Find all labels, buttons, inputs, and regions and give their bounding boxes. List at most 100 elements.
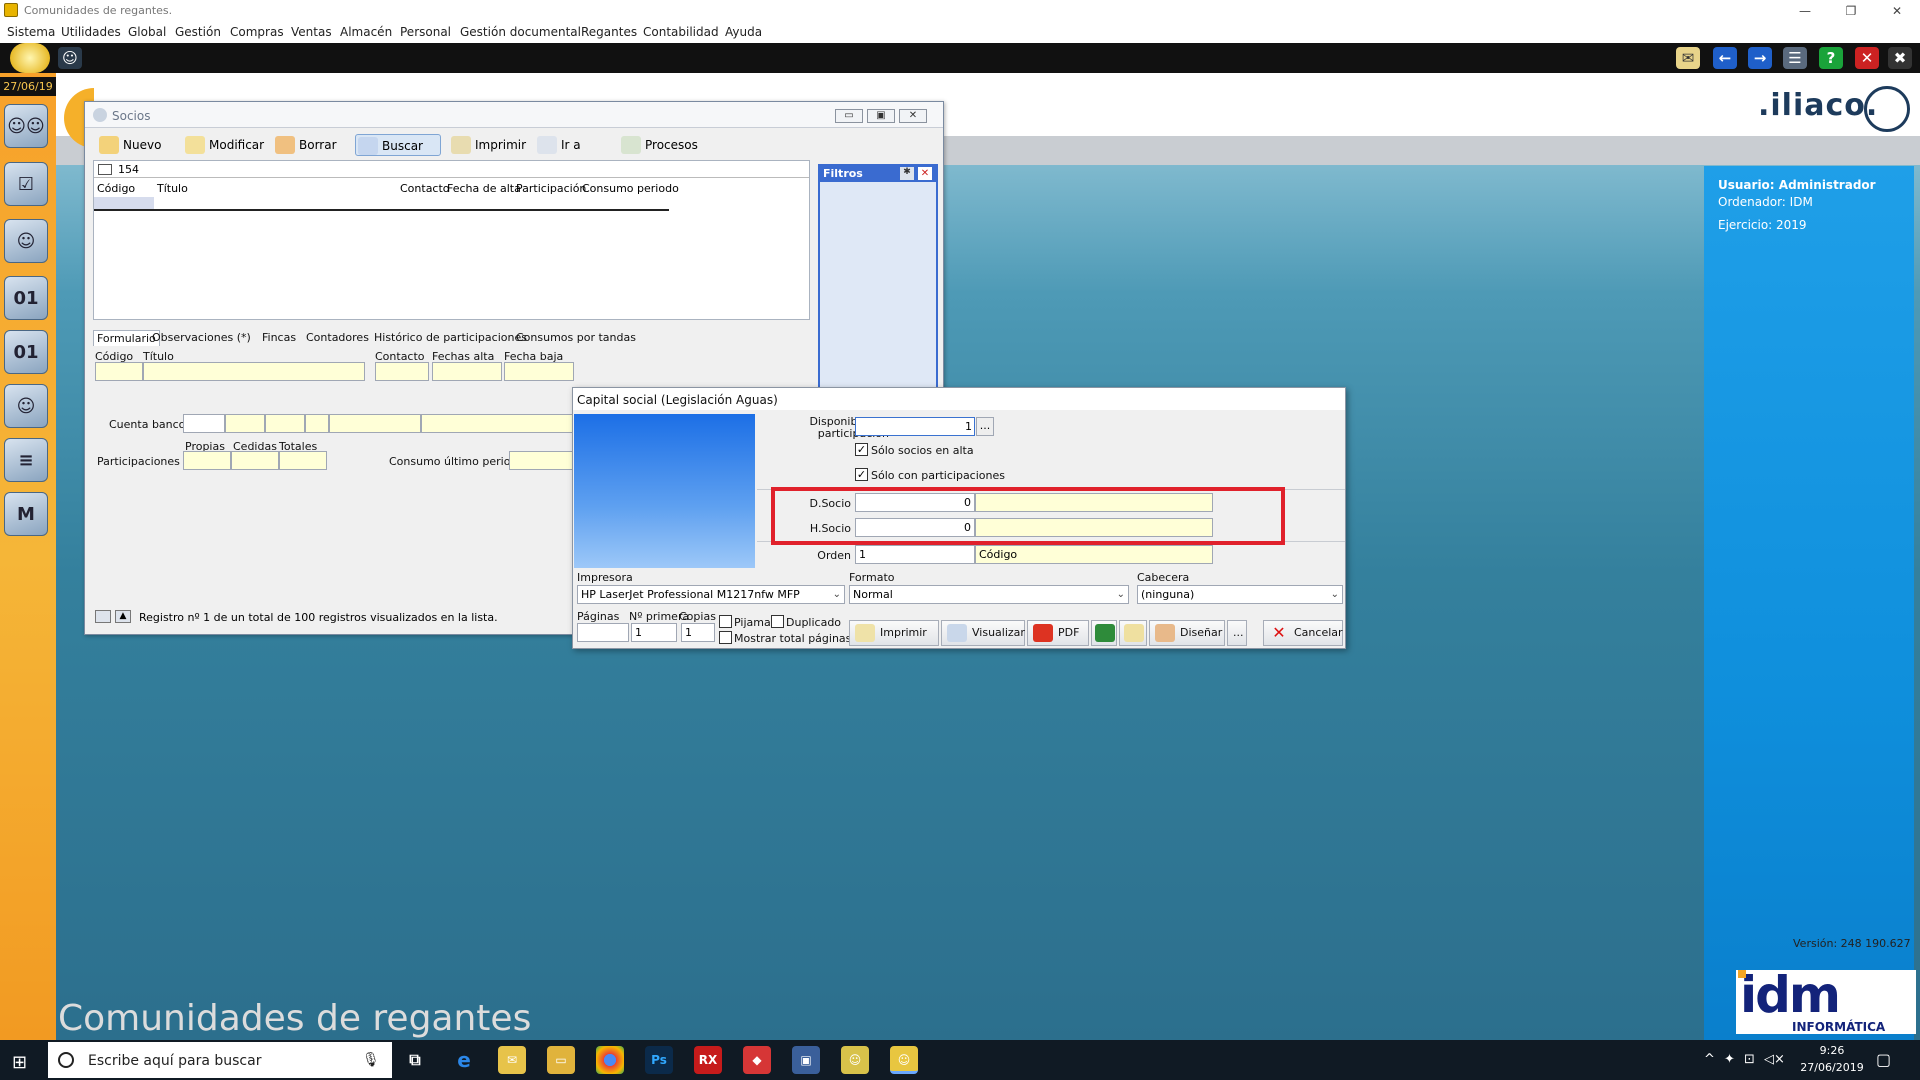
socios-grid[interactable]: 154 Código Título Contacto Fecha de alta… — [93, 160, 810, 320]
cedidas-field[interactable] — [231, 451, 279, 470]
formato-select[interactable]: Normal ⌄ — [849, 585, 1129, 604]
imprimir-button[interactable]: Imprimir — [449, 134, 526, 156]
idm-app-icon[interactable]: ☺ — [841, 1046, 869, 1074]
socios-maximize-button[interactable]: ▣ — [867, 109, 895, 123]
minimize-button[interactable]: — — [1782, 0, 1828, 22]
anydesk-icon[interactable]: ◆ — [743, 1046, 771, 1074]
mail-icon[interactable]: ✉ — [1676, 47, 1700, 69]
titulo-field[interactable] — [143, 362, 365, 381]
tab-historico[interactable]: Histórico de participaciones — [371, 330, 530, 345]
remote-desktop-icon[interactable]: ▣ — [792, 1046, 820, 1074]
pijama-checkbox[interactable] — [719, 615, 732, 628]
solo-alta-checkbox[interactable]: ✓ — [855, 443, 868, 456]
person-icon[interactable]: ☺ — [4, 219, 48, 263]
pdf-button[interactable]: PDF — [1027, 620, 1089, 646]
tray-chevron-icon[interactable]: ^ — [1704, 1052, 1715, 1067]
menu-sistema[interactable]: Sistema — [7, 25, 55, 39]
cuenta-banco-dc2[interactable] — [305, 414, 329, 433]
codigo-field[interactable] — [95, 362, 143, 381]
exit-icon[interactable]: ✖ — [1888, 47, 1912, 69]
tasks-icon[interactable]: ☑ — [4, 162, 48, 206]
nuevo-button[interactable]: Nuevo — [97, 134, 161, 156]
status-list-icon[interactable] — [95, 610, 111, 623]
col-titulo[interactable]: Título — [157, 182, 188, 195]
fecha-alta-field[interactable] — [432, 362, 502, 381]
more-options-button[interactable]: ... — [1227, 620, 1247, 646]
fecha-baja-field[interactable] — [504, 362, 574, 381]
network-icon[interactable]: ⊡ — [1744, 1052, 1755, 1067]
taskbar-date[interactable]: 27/06/2019 — [1800, 1061, 1864, 1074]
close-window-icon[interactable]: ✕ — [1855, 47, 1879, 69]
consumo-ultimo-field[interactable] — [509, 451, 579, 470]
email-button[interactable] — [1119, 620, 1147, 646]
disenar-button[interactable]: Diseñar — [1149, 620, 1225, 646]
user-icon[interactable]: ☺ — [58, 47, 82, 69]
col-contacto[interactable]: Contacto — [400, 182, 450, 195]
disponible-lookup-button[interactable]: ... — [976, 417, 994, 436]
mail-app-icon[interactable]: ✉ — [498, 1046, 526, 1074]
orden-input[interactable]: 1 — [855, 545, 975, 564]
ir-a-button[interactable]: Ir a — [535, 134, 581, 156]
windows-start-icon[interactable]: ⊞ — [12, 1052, 27, 1073]
paginas-input[interactable] — [577, 623, 629, 642]
cabecera-select[interactable]: (ninguna) ⌄ — [1137, 585, 1343, 604]
mostrar-total-checkbox[interactable] — [719, 631, 732, 644]
tab-observaciones[interactable]: Observaciones (*) — [149, 330, 254, 345]
help-icon[interactable]: ? — [1819, 47, 1843, 69]
volume-icon[interactable]: ◁× — [1764, 1052, 1785, 1067]
notifications-icon[interactable]: ▢ — [1876, 1050, 1891, 1069]
windows-list-icon[interactable]: ☰ — [1783, 47, 1807, 69]
menu-compras[interactable]: Compras — [230, 25, 284, 39]
disponible-input[interactable]: 1 — [855, 417, 975, 436]
counter-icon[interactable]: 01 — [4, 276, 48, 320]
imprimir-dialog-button[interactable]: Imprimir — [849, 620, 939, 646]
task-view-icon[interactable]: ⧉ — [401, 1046, 429, 1074]
modificar-button[interactable]: Modificar — [183, 134, 264, 156]
menu-contabilidad[interactable]: Contabilidad — [643, 25, 719, 39]
socios-close-button[interactable]: ✕ — [899, 109, 927, 123]
menu-utilidades[interactable]: Utilidades — [61, 25, 121, 39]
excel-button[interactable] — [1091, 620, 1117, 646]
cuenta-banco-entidad[interactable] — [183, 414, 225, 433]
solo-participaciones-checkbox[interactable]: ✓ — [855, 468, 868, 481]
menu-gestion-documental[interactable]: Gestión documental — [460, 25, 581, 39]
propias-field[interactable] — [183, 451, 231, 470]
cancelar-button[interactable]: ✕ Cancelar — [1263, 620, 1343, 646]
dropbox-icon[interactable]: ✦ — [1724, 1052, 1735, 1067]
filtros-pin-icon[interactable]: ✱ — [900, 167, 914, 180]
totales-field[interactable] — [279, 451, 327, 470]
cuenta-banco-oficina[interactable] — [225, 414, 265, 433]
database-icon[interactable]: ≡ — [4, 438, 48, 482]
cuenta-banco-cuenta[interactable] — [329, 414, 421, 433]
group-icon[interactable]: ☺ — [4, 384, 48, 428]
procesos-button[interactable]: Procesos — [619, 134, 698, 156]
primera-stepper[interactable]: 1 — [631, 623, 677, 642]
counter-reading-icon[interactable]: 01 — [4, 330, 48, 374]
rx-app-icon[interactable]: RX — [694, 1046, 722, 1074]
menu-regantes[interactable]: Regantes — [581, 25, 637, 39]
duplicado-checkbox[interactable] — [771, 615, 784, 628]
restore-button[interactable]: ❐ — [1828, 0, 1874, 22]
file-explorer-icon[interactable]: ▭ — [547, 1046, 575, 1074]
back-arrow-icon[interactable]: ← — [1713, 47, 1737, 69]
tab-consumos-tandas[interactable]: Consumos por tandas — [513, 330, 639, 345]
copias-stepper[interactable]: 1 — [681, 623, 715, 642]
col-fecha-alta[interactable]: Fecha de alta — [447, 182, 521, 195]
close-button[interactable]: ✕ — [1874, 0, 1920, 22]
contacto-field[interactable] — [375, 362, 429, 381]
forward-arrow-icon[interactable]: → — [1748, 47, 1772, 69]
col-participacion[interactable]: Participación — [516, 182, 586, 195]
cuenta-banco-dc1[interactable] — [265, 414, 305, 433]
comunidades-app-icon[interactable]: ☺ — [890, 1046, 918, 1074]
status-up-icon[interactable]: ▲ — [115, 610, 131, 623]
borrar-button[interactable]: Borrar — [273, 134, 337, 156]
menu-global[interactable]: Global — [128, 25, 166, 39]
table-row[interactable] — [94, 197, 669, 211]
buscar-button[interactable]: Buscar — [355, 134, 441, 156]
socios-minimize-button[interactable]: ▭ — [835, 109, 863, 123]
col-consumo-periodo[interactable]: Consumo periodo — [582, 182, 679, 195]
taskbar-time[interactable]: 9:26 — [1812, 1044, 1852, 1057]
tab-contadores[interactable]: Contadores — [303, 330, 372, 345]
mdi-icon[interactable]: M — [4, 492, 48, 536]
home-orb-icon[interactable] — [10, 43, 50, 73]
